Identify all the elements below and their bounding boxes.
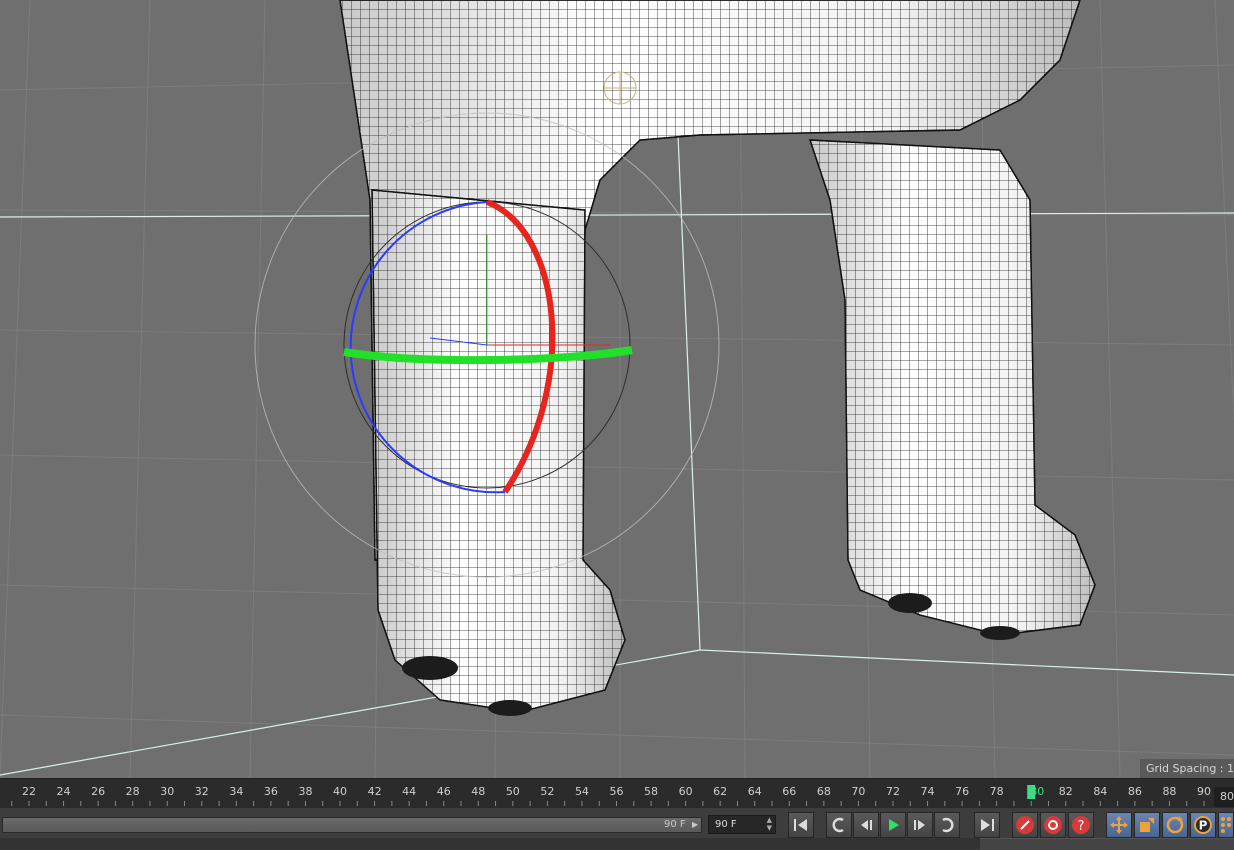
ruler-end-field[interactable]: 80 bbox=[1214, 787, 1234, 807]
3d-viewport[interactable]: Grid Spacing : 1 bbox=[0, 0, 1234, 778]
ruler-tick-label: 78 bbox=[990, 785, 1004, 798]
record-parameter-button[interactable]: P bbox=[1190, 812, 1216, 838]
ruler-tick-label: 54 bbox=[575, 785, 589, 798]
ruler-tick-label: 26 bbox=[91, 785, 105, 798]
ruler-tick-label: 84 bbox=[1093, 785, 1107, 798]
spinner-icon[interactable]: ▲ ▼ bbox=[767, 816, 772, 832]
ruler-tick-label: 60 bbox=[679, 785, 693, 798]
grid-spacing-label: Grid Spacing : 1 bbox=[1139, 759, 1234, 778]
ruler-tick-label: 64 bbox=[748, 785, 762, 798]
next-key-button[interactable] bbox=[934, 812, 960, 838]
rotate-icon bbox=[1166, 816, 1184, 834]
autokey-icon bbox=[1044, 816, 1062, 834]
previous-frame-button[interactable] bbox=[853, 812, 879, 838]
go-to-end-icon bbox=[981, 819, 994, 831]
move-icon bbox=[1110, 816, 1128, 834]
end-frame-value: 90 F bbox=[715, 819, 737, 830]
ruler-tick-label: 48 bbox=[471, 785, 485, 798]
next-key-icon bbox=[942, 817, 954, 833]
ruler-tick-label: 56 bbox=[610, 785, 624, 798]
end-frame-field[interactable]: 90 F ▲ ▼ bbox=[708, 815, 776, 834]
ruler-tick-label: 68 bbox=[817, 785, 831, 798]
record-rotation-button[interactable] bbox=[1162, 812, 1188, 838]
ruler-tick-label: 32 bbox=[195, 785, 209, 798]
ruler-tick-label: 62 bbox=[713, 785, 727, 798]
scale-icon bbox=[1140, 818, 1154, 832]
ruler-tick-label: 42 bbox=[368, 785, 382, 798]
previous-key-button[interactable] bbox=[826, 812, 852, 838]
ruler-tick-label: 46 bbox=[437, 785, 451, 798]
ruler-tick-label: 38 bbox=[298, 785, 312, 798]
ruler-tick-label: 90 bbox=[1197, 785, 1211, 798]
play-button[interactable] bbox=[880, 812, 906, 838]
svg-text:?: ? bbox=[1078, 819, 1085, 834]
pivot-gizmo bbox=[603, 71, 637, 105]
next-frame-button[interactable] bbox=[907, 812, 933, 838]
ruler-ticks[interactable]: 22 24 26 28 30 32 34 36 38 40 42 44 46 48 50 52 54 56 58 60… bbox=[0, 779, 1214, 809]
pla-icon bbox=[1221, 817, 1231, 833]
ruler-tick-label: 36 bbox=[264, 785, 278, 798]
ruler-tick-label: 88 bbox=[1162, 785, 1176, 798]
previous-frame-icon bbox=[861, 820, 872, 830]
ruler-tick-label: 28 bbox=[126, 785, 140, 798]
ruler-tick-label: 34 bbox=[229, 785, 243, 798]
bounding-box bbox=[0, 134, 1234, 776]
ruler-tick-label: 66 bbox=[782, 785, 796, 798]
ruler-tick-label: 58 bbox=[644, 785, 658, 798]
ruler-tick-label: 76 bbox=[955, 785, 969, 798]
next-frame-icon bbox=[914, 820, 925, 830]
ruler-tick-label: 24 bbox=[57, 785, 71, 798]
ruler-tick-label: 86 bbox=[1128, 785, 1142, 798]
previous-key-icon bbox=[832, 817, 844, 833]
record-pla-button[interactable] bbox=[1218, 812, 1234, 838]
ruler-tick-label: 52 bbox=[540, 785, 554, 798]
ruler-tick-label: 80 bbox=[1030, 785, 1044, 798]
ruler-tick-label: 50 bbox=[506, 785, 520, 798]
go-to-end-button[interactable] bbox=[974, 812, 1000, 838]
ruler-tick-label: 40 bbox=[333, 785, 347, 798]
help-key-icon: ? bbox=[1072, 816, 1090, 834]
play-icon bbox=[889, 819, 899, 831]
record-icon bbox=[1016, 816, 1034, 834]
ruler-tick-label: 74 bbox=[921, 785, 935, 798]
viewport-canvas[interactable] bbox=[0, 0, 1234, 778]
record-scale-button[interactable] bbox=[1134, 812, 1160, 838]
ruler-tick-label: 72 bbox=[886, 785, 900, 798]
autokeying-button[interactable] bbox=[1040, 812, 1066, 838]
preview-range-slider[interactable] bbox=[2, 817, 702, 833]
svg-text:P: P bbox=[1199, 819, 1208, 833]
range-end-label: 90 F bbox=[664, 819, 686, 830]
attributes-tab-strip[interactable] bbox=[980, 838, 1234, 850]
record-position-button[interactable] bbox=[1106, 812, 1132, 838]
go-to-start-button[interactable] bbox=[788, 812, 814, 838]
ruler-tick-label: 82 bbox=[1059, 785, 1073, 798]
timeline-ruler[interactable]: 22 24 26 28 30 32 34 36 38 40 42 44 46 48 50 52 54 56 58 60… bbox=[0, 778, 1234, 809]
range-end-arrow-icon[interactable]: ▶ bbox=[692, 816, 698, 834]
keyframe-selection-button[interactable]: ? bbox=[1068, 812, 1094, 838]
ruler-tick-label: 44 bbox=[402, 785, 416, 798]
record-active-objects-button[interactable] bbox=[1012, 812, 1038, 838]
ruler-tick-label: 70 bbox=[851, 785, 865, 798]
ruler-tick-label: 22 bbox=[22, 785, 36, 798]
go-to-start-icon bbox=[794, 819, 807, 831]
ruler-tick-label: 30 bbox=[160, 785, 174, 798]
parameter-icon: P bbox=[1194, 816, 1212, 834]
